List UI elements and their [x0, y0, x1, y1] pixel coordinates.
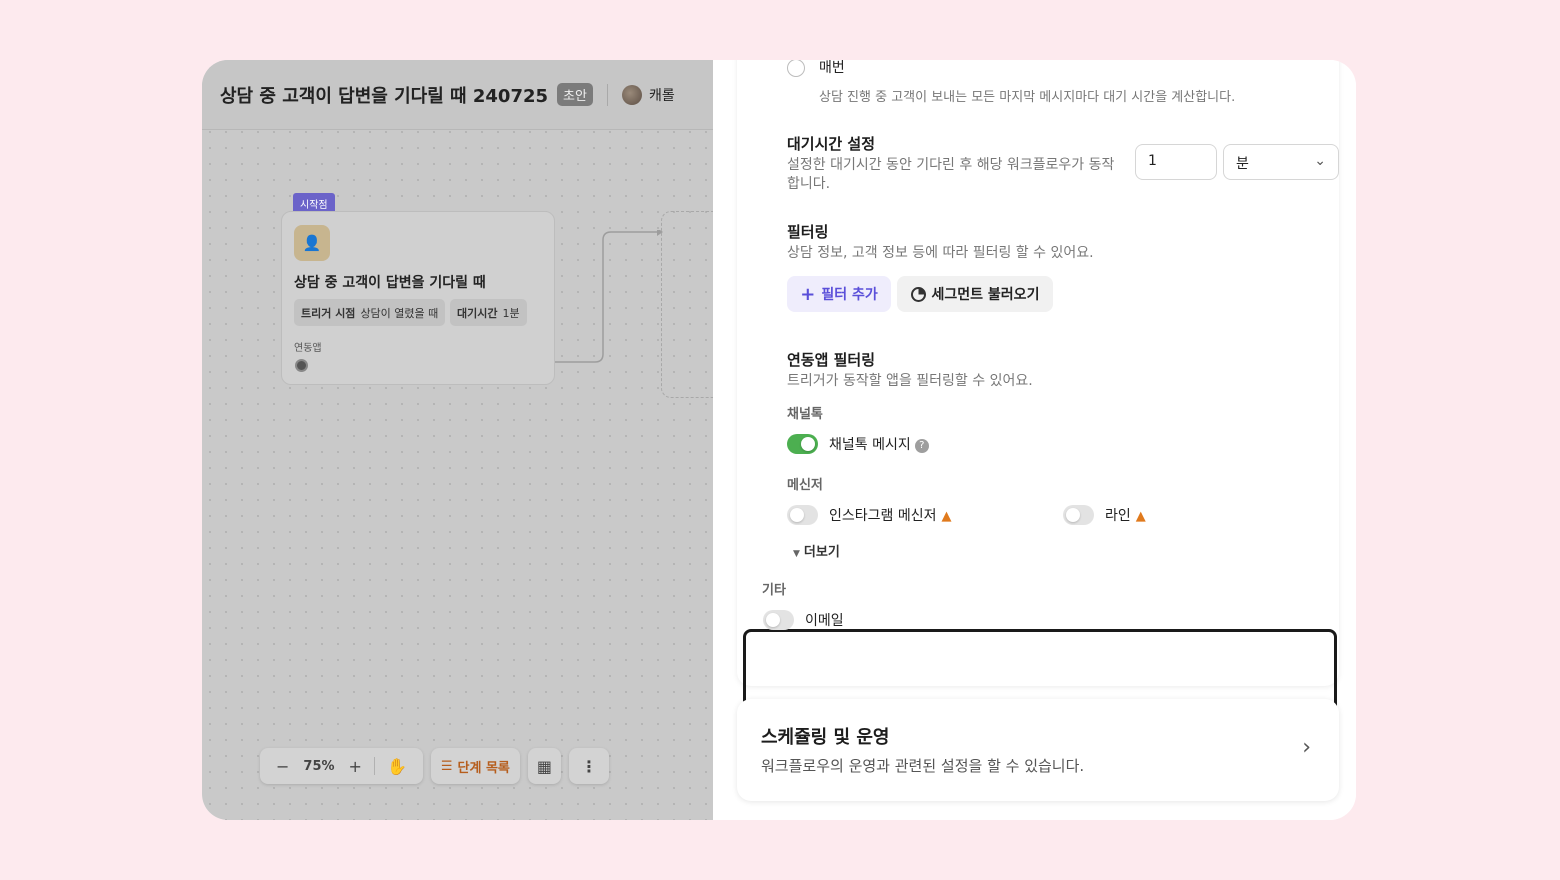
scheduling-card[interactable]: 스케쥴링 및 운영 워크플로우의 운영과 관련된 설정을 할 수 있습니다. ›	[737, 699, 1339, 801]
node-title: 상담 중 고객이 답변을 기다릴 때	[294, 275, 486, 291]
show-more-label: 더보기	[803, 545, 840, 560]
grid-icon: ▦	[536, 756, 553, 776]
user-wait-icon: 👤	[294, 225, 330, 261]
toggle-label: 인스타그램 메신저	[829, 508, 937, 524]
workflow-header: 상담 중 고객이 답변을 기다릴 때 240725 초안 캐롤	[202, 60, 713, 130]
channeltalk-message-toggle[interactable]	[787, 434, 818, 454]
radio-every-description: 상담 진행 중 고객이 보내는 모든 마지막 메시지마다 대기 시간을 계산합니…	[819, 90, 1236, 105]
radio-every[interactable]	[787, 60, 805, 77]
instagram-toggle[interactable]	[787, 505, 818, 525]
apps-label: 연동앱	[294, 343, 322, 354]
chip-label: 트리거 시점	[301, 306, 356, 320]
wait-time-description: 설정한 대기시간 동안 기다린 후 해당 워크플로우가 동작합니다.	[787, 157, 1115, 192]
zoom-in-button[interactable]: +	[343, 757, 368, 776]
plus-icon: +	[800, 283, 816, 305]
line-toggle[interactable]	[1063, 505, 1094, 525]
scheduling-title: 스케쥴링 및 운영	[761, 727, 890, 748]
filtering-title: 필터링	[787, 223, 829, 241]
settings-panel[interactable]: 매번 상담 진행 중 고객이 보내는 모든 마지막 메시지마다 대기 시간을 계…	[713, 60, 1356, 820]
chevron-right-icon[interactable]: ›	[1302, 735, 1311, 760]
help-icon[interactable]: ?	[914, 439, 929, 453]
workflow-canvas[interactable]: 상담 중 고객이 답변을 기다릴 때 240725 초안 캐롤 시작점 👤 상담…	[202, 60, 741, 820]
group-label-other: 기타	[762, 583, 786, 598]
app-window: 상담 중 고객이 답변을 기다릴 때 240725 초안 캐롤 시작점 👤 상담…	[202, 60, 1356, 820]
caret-down-icon: ▼	[793, 549, 800, 559]
radio-every-label[interactable]: 매번	[819, 60, 845, 77]
wait-time-title: 대기시간 설정	[787, 135, 876, 153]
email-option-label: 이메일	[805, 613, 844, 629]
trigger-chip: 트리거 시점 상담이 열렸을 때	[294, 299, 446, 326]
channeltalk-message-option: 채널톡 메시지?	[829, 434, 929, 454]
pie-chart-icon	[910, 286, 926, 302]
divider	[373, 757, 375, 775]
group-label-messenger: 메신저	[787, 478, 823, 493]
add-filter-label: 필터 추가	[821, 287, 878, 303]
app-filtering-title: 연동앱 필터링	[787, 351, 876, 369]
author-name: 캐롤	[648, 87, 675, 104]
add-filter-button[interactable]: + 필터 추가	[787, 276, 891, 312]
scheduling-description: 워크플로우의 운영과 관련된 설정을 할 수 있습니다.	[761, 757, 1085, 775]
app-filtering-description: 트리거가 동작할 앱을 필터링할 수 있어요.	[787, 373, 1033, 389]
toggle-label: 채널톡 메시지	[829, 437, 911, 453]
filtering-description: 상담 정보, 고객 정보 등에 따라 필터링 할 수 있어요.	[787, 245, 1094, 261]
hand-tool-icon[interactable]: ✋	[381, 757, 413, 776]
wait-unit-value: 분	[1236, 156, 1249, 172]
step-list-label: 단계 목록	[457, 760, 510, 776]
chevron-down-icon: ⌄	[1314, 153, 1326, 169]
zoom-out-button[interactable]: −	[270, 757, 295, 776]
chip-value: 1분	[502, 306, 520, 320]
grid-view-button[interactable]: ▦	[527, 748, 562, 784]
show-more-toggle[interactable]: ▼ 더보기	[793, 541, 840, 560]
step-list-button[interactable]: ☰ 단계 목록	[430, 748, 520, 784]
zoom-level[interactable]: 75%	[295, 759, 342, 774]
channeltalk-app-icon	[295, 359, 308, 372]
group-label-channeltalk: 채널톡	[787, 407, 823, 422]
more-menu-button[interactable]: ⋮	[569, 748, 610, 784]
chip-label: 대기시간	[457, 306, 498, 320]
email-toggle[interactable]	[763, 610, 794, 630]
more-vertical-icon: ⋮	[581, 756, 598, 776]
avatar	[621, 84, 642, 105]
line-option: 라인 ▲	[1105, 505, 1146, 525]
chip-value: 상담이 열렸을 때	[360, 306, 439, 320]
toggle-label: 라인	[1105, 508, 1131, 524]
zoom-controls: − 75% + ✋	[260, 748, 423, 784]
divider	[606, 83, 608, 106]
load-segment-button[interactable]: 세그먼트 불러오기	[897, 276, 1053, 312]
wait-time-chip: 대기시간 1분	[450, 299, 527, 326]
wait-unit-select[interactable]: 분 ⌄	[1223, 144, 1339, 180]
list-icon: ☰	[440, 758, 453, 774]
trigger-node[interactable]: 👤 상담 중 고객이 답변을 기다릴 때 트리거 시점 상담이 열렸을 때 대기…	[281, 211, 555, 385]
wait-time-input[interactable]: 1	[1135, 144, 1217, 180]
workflow-title[interactable]: 상담 중 고객이 답변을 기다릴 때 240725	[220, 82, 548, 108]
canvas-toolbar: − 75% + ✋ ☰ 단계 목록 ▦ ⋮	[260, 748, 610, 784]
trigger-settings-card: 매번 상담 진행 중 고객이 보내는 모든 마지막 메시지마다 대기 시간을 계…	[737, 60, 1339, 722]
load-segment-label: 세그먼트 불러오기	[931, 287, 1040, 303]
warning-icon[interactable]: ▲	[942, 509, 952, 524]
warning-icon[interactable]: ▲	[1136, 509, 1146, 524]
instagram-option: 인스타그램 메신저 ▲	[829, 505, 952, 525]
status-badge: 초안	[557, 83, 593, 106]
node-connector	[555, 230, 663, 363]
